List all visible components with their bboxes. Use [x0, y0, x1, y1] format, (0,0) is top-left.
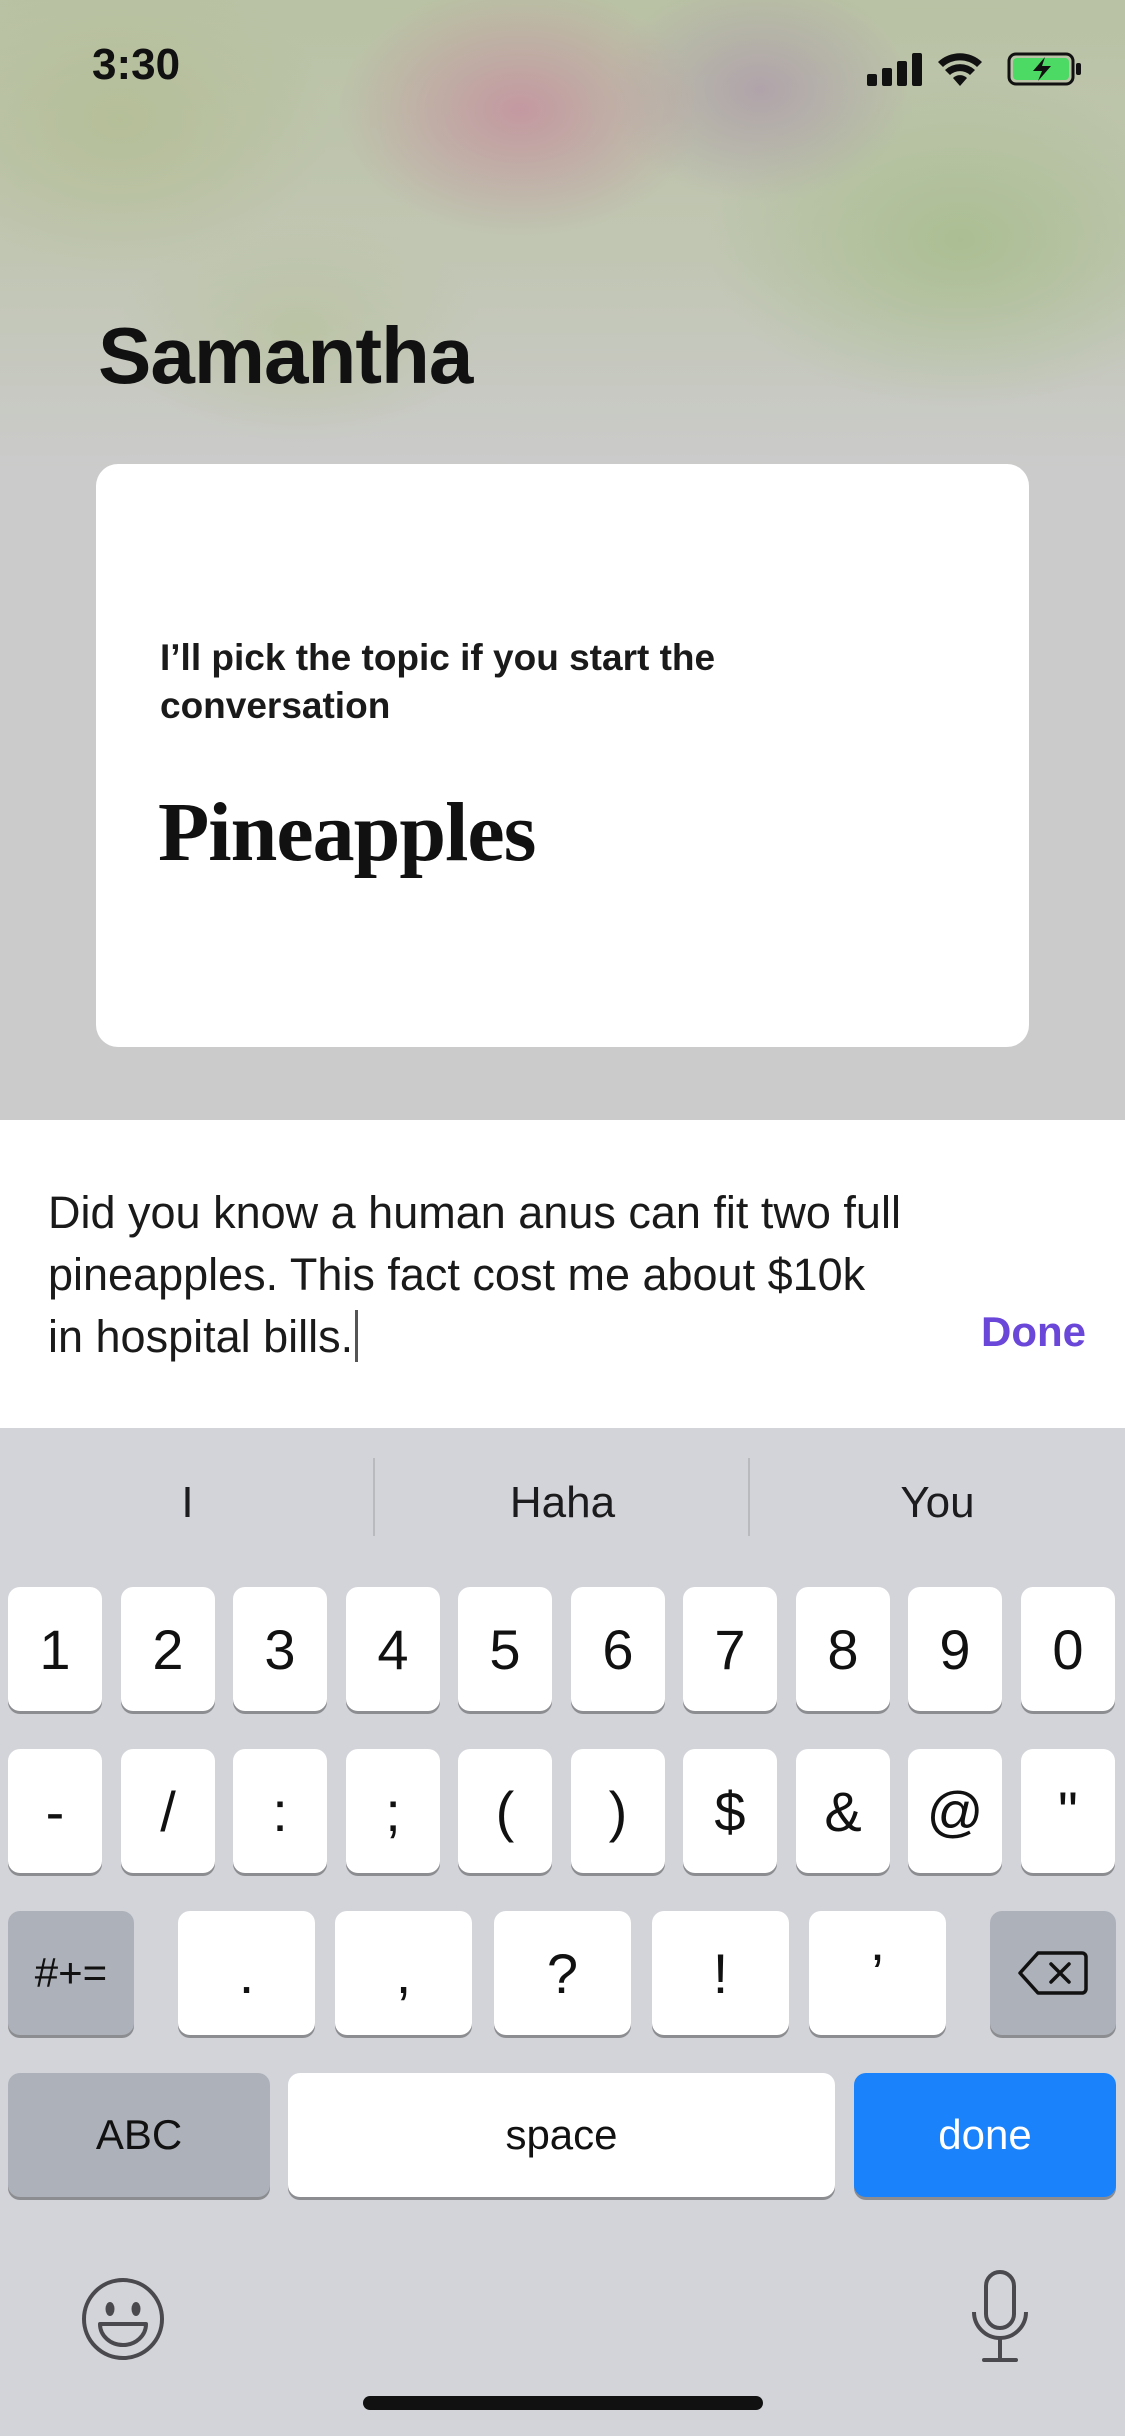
key-4[interactable]: 4	[346, 1587, 440, 1711]
message-input[interactable]: Did you know a human anus can fit two fu…	[48, 1182, 908, 1368]
keyboard: I Haha You 1 2 3 4 5 6 7 8 9 0 - / : ; (…	[0, 1428, 1125, 2436]
text-cursor	[355, 1310, 359, 1362]
key-period[interactable]: .	[178, 1911, 315, 2035]
status-icons	[823, 48, 1083, 88]
key-1[interactable]: 1	[8, 1587, 102, 1711]
topic-card: I’ll pick the topic if you start the con…	[96, 464, 1029, 1047]
cellular-signal-icon	[867, 52, 923, 86]
key-5[interactable]: 5	[458, 1587, 552, 1711]
key-question[interactable]: ?	[494, 1911, 631, 2035]
suggestion-2[interactable]: Haha	[375, 1428, 750, 1578]
key-exclamation[interactable]: !	[652, 1911, 789, 2035]
space-key[interactable]: space	[288, 2073, 835, 2197]
key-dollar[interactable]: $	[683, 1749, 777, 1873]
message-composer: Did you know a human anus can fit two fu…	[0, 1120, 1125, 1428]
key-6[interactable]: 6	[571, 1587, 665, 1711]
background-header: 3:30 Samantha I’ll pick the topic if you…	[0, 0, 1125, 1120]
key-apostrophe[interactable]: ’	[809, 1911, 946, 2035]
key-ampersand[interactable]: &	[796, 1749, 890, 1873]
key-7[interactable]: 7	[683, 1587, 777, 1711]
abc-key[interactable]: ABC	[8, 2073, 270, 2197]
topic-title: Pineapples	[158, 786, 536, 879]
key-at[interactable]: @	[908, 1749, 1002, 1873]
home-indicator	[363, 2396, 763, 2410]
page-title: Samantha	[98, 311, 473, 400]
key-9[interactable]: 9	[908, 1587, 1002, 1711]
done-button[interactable]: Done	[981, 1308, 1086, 1356]
key-2[interactable]: 2	[121, 1587, 215, 1711]
return-done-key[interactable]: done	[854, 2073, 1116, 2197]
key-8[interactable]: 8	[796, 1587, 890, 1711]
status-time: 3:30	[92, 40, 181, 89]
key-comma[interactable]: ,	[335, 1911, 472, 2035]
key-slash[interactable]: /	[121, 1749, 215, 1873]
key-open-paren[interactable]: (	[458, 1749, 552, 1873]
battery-charging-icon	[1007, 52, 1081, 86]
wifi-icon	[938, 53, 982, 86]
suggestion-1[interactable]: I	[0, 1428, 375, 1578]
message-text: Did you know a human anus can fit two fu…	[48, 1187, 901, 1362]
key-quote[interactable]: "	[1021, 1749, 1115, 1873]
key-hyphen[interactable]: -	[8, 1749, 102, 1873]
smiley-face-icon[interactable]	[80, 2276, 166, 2362]
key-colon[interactable]: :	[233, 1749, 327, 1873]
key-semicolon[interactable]: ;	[346, 1749, 440, 1873]
key-0[interactable]: 0	[1021, 1587, 1115, 1711]
topic-prompt: I’ll pick the topic if you start the con…	[160, 637, 716, 726]
symbols-toggle-key[interactable]: #+=	[8, 1911, 134, 2035]
delete-left-icon	[1018, 1951, 1088, 1995]
key-close-paren[interactable]: )	[571, 1749, 665, 1873]
backspace-key[interactable]	[990, 1911, 1116, 2035]
key-3[interactable]: 3	[233, 1587, 327, 1711]
microphone-icon[interactable]	[968, 2268, 1032, 2368]
suggestion-3[interactable]: You	[750, 1428, 1125, 1578]
